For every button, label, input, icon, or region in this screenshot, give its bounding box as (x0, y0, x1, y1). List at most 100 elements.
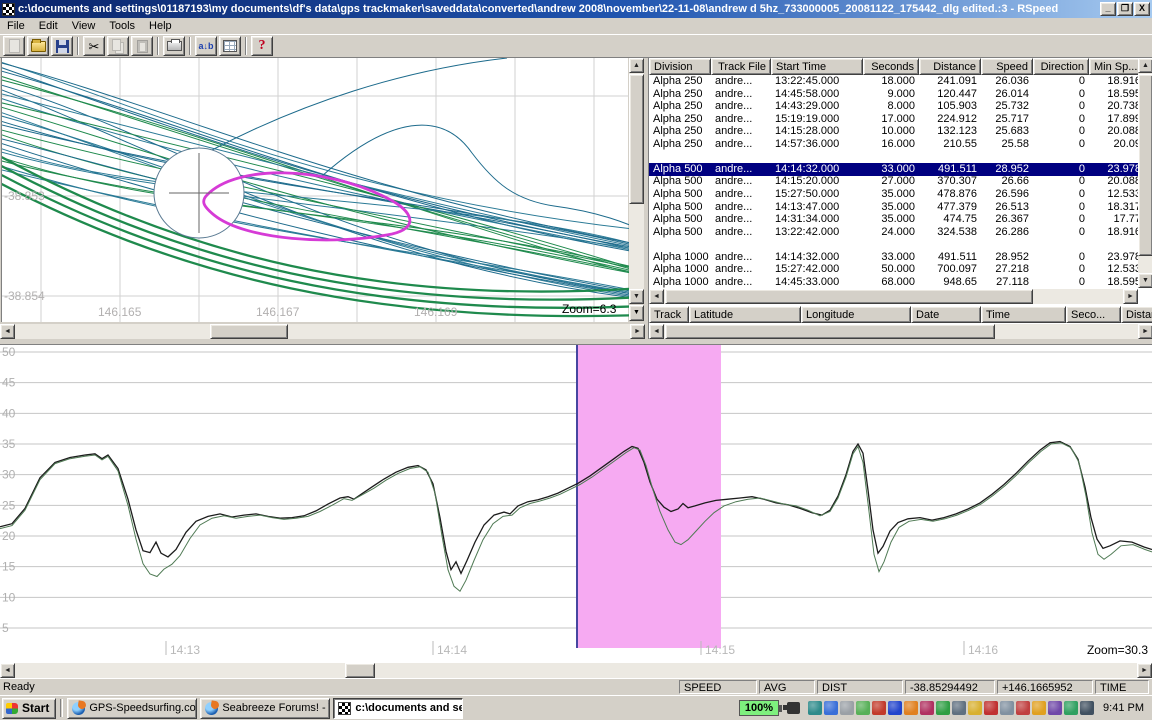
minimize-button[interactable]: _ (1100, 2, 1116, 16)
sort-button[interactable]: a↓b (195, 36, 217, 56)
menu-edit[interactable]: Edit (32, 19, 65, 33)
map-scroll-left-icon[interactable]: ◄ (0, 324, 15, 339)
table-row[interactable]: Alpha 500andre...15:27:50.00035.000478.8… (649, 188, 1138, 201)
table-row[interactable]: Alpha 1000andre...14:45:33.00068.000948.… (649, 276, 1138, 288)
column-header-seco-[interactable]: Seco... (1066, 306, 1121, 323)
table-row[interactable]: Alpha 500andre...14:31:34.00035.000474.7… (649, 213, 1138, 226)
column-header-latitude[interactable]: Latitude (689, 306, 801, 323)
map-scroll-right-icon[interactable]: ► (630, 324, 645, 339)
table-row[interactable]: Alpha 1000andre...15:27:42.00050.000700.… (649, 263, 1138, 276)
taskbar-button[interactable]: GPS-Speedsurfing.com ::... (67, 698, 197, 719)
table-row[interactable]: Alpha 250andre...14:43:29.0008.000105.90… (649, 100, 1138, 113)
table-row[interactable]: Alpha 250andre...14:15:28.00010.000132.1… (649, 125, 1138, 138)
map-plot[interactable]: -38.853-38.854146.165146.167146.169 Zoom… (1, 58, 628, 322)
sync-icon[interactable] (920, 701, 934, 715)
table-scroll-up-icon[interactable]: ▲ (1138, 58, 1152, 73)
table-row[interactable]: Alpha 1000andre...14:14:32.00033.000491.… (649, 251, 1138, 264)
map-hscroll-thumb[interactable] (210, 324, 288, 339)
table-row[interactable]: Alpha 250andre...14:57:36.00016.000210.5… (649, 138, 1138, 151)
notes-icon[interactable] (968, 701, 982, 715)
column-header-track-file[interactable]: Track File (711, 58, 771, 75)
table-row[interactable]: Alpha 500andre...13:22:42.00024.000324.5… (649, 226, 1138, 239)
audio-icon[interactable] (808, 701, 822, 715)
signal-icon[interactable] (936, 701, 950, 715)
svg-text:40: 40 (2, 406, 16, 420)
table-horizontal-scrollbar[interactable]: ◄ ► (649, 289, 1138, 304)
table-scroll-right-icon[interactable]: ► (1123, 289, 1138, 304)
column-header-track[interactable]: Track (649, 306, 689, 323)
menu-help[interactable]: Help (142, 19, 179, 33)
table-row[interactable]: Alpha 500andre...14:15:20.00027.000370.3… (649, 175, 1138, 188)
close-button[interactable]: X (1134, 2, 1150, 16)
map-scroll-up-icon[interactable]: ▲ (629, 58, 644, 73)
wireless-icon[interactable] (1000, 701, 1014, 715)
chart-horizontal-scrollbar[interactable]: ◄ ► (0, 663, 1152, 678)
column-header-distance[interactable]: Distance (1121, 306, 1152, 323)
trackpoints-hscroll-thumb[interactable] (665, 324, 995, 339)
cell-speed: 27.218 (981, 263, 1033, 276)
trackpoints-scroll-right-icon[interactable]: ► (1138, 324, 1152, 339)
chart-scroll-right-icon[interactable]: ► (1137, 663, 1152, 678)
column-header-start-time[interactable]: Start Time (771, 58, 863, 75)
open-button[interactable] (27, 36, 49, 56)
agent-icon[interactable] (904, 701, 918, 715)
column-header-speed[interactable]: Speed (981, 58, 1033, 75)
table-row[interactable]: Alpha 500andre...14:14:32.00033.000491.5… (649, 163, 1138, 176)
column-header-longitude[interactable]: Longitude (801, 306, 911, 323)
bluetooth-icon[interactable] (888, 701, 902, 715)
column-header-distance[interactable]: Distance (919, 58, 981, 75)
monitor-icon[interactable] (952, 701, 966, 715)
print-button[interactable] (163, 36, 185, 56)
table-row[interactable]: Alpha 250andre...14:45:58.0009.000120.44… (649, 88, 1138, 101)
save-button[interactable] (51, 36, 73, 56)
column-header-direction[interactable]: Direction (1033, 58, 1089, 75)
menu-file[interactable]: File (0, 19, 32, 33)
taskbar-button[interactable]: Seabreeze Forums! - Wi... (200, 698, 330, 719)
table-scroll-down-icon[interactable]: ▼ (1138, 273, 1152, 288)
table-row[interactable]: Alpha 250andre...15:19:19.00017.000224.9… (649, 113, 1138, 126)
cut-button[interactable]: ✂ (83, 36, 105, 56)
taskbar-button-label: c:\documents and set... (355, 702, 463, 714)
column-header-seconds[interactable]: Seconds (863, 58, 919, 75)
table-row[interactable] (649, 238, 1138, 251)
table-vertical-scrollbar[interactable]: ▲ ▼ (1138, 58, 1152, 288)
column-header-division[interactable]: Division (649, 58, 711, 75)
table-scroll-left-icon[interactable]: ◄ (649, 289, 664, 304)
hourglass-icon[interactable] (872, 701, 886, 715)
error-icon[interactable] (1016, 701, 1030, 715)
trackpoints-horizontal-scrollbar[interactable]: ◄ ► (649, 324, 1152, 339)
table-row[interactable]: Alpha 500andre...14:13:47.00035.000477.3… (649, 201, 1138, 214)
column-header-time[interactable]: Time (981, 306, 1066, 323)
map-horizontal-scrollbar[interactable]: ◄ ► (0, 324, 645, 339)
menu-tools[interactable]: Tools (102, 19, 142, 33)
restore-button[interactable]: ❐ (1117, 2, 1133, 16)
speed-chart[interactable]: 504540353025201510514:1314:1414:1514:16 (0, 345, 1152, 663)
recycle-icon[interactable] (1064, 701, 1078, 715)
table-row[interactable]: Alpha 250andre...13:22:45.00018.000241.0… (649, 75, 1138, 88)
taskbar-button[interactable]: c:\documents and set... (333, 698, 463, 719)
chart-scroll-left-icon[interactable]: ◄ (0, 663, 15, 678)
grid-button[interactable] (219, 36, 241, 56)
gps-tracks-map[interactable]: -38.853-38.854146.165146.167146.169 (2, 58, 629, 322)
messenger-icon[interactable] (856, 701, 870, 715)
table-vscroll-thumb[interactable] (1138, 74, 1152, 256)
chart-hscroll-thumb[interactable] (345, 663, 375, 678)
map-vertical-scrollbar[interactable]: ▲ ▼ (629, 58, 644, 304)
update-icon[interactable] (1032, 701, 1046, 715)
table-row[interactable] (649, 150, 1138, 163)
search-icon[interactable] (840, 701, 854, 715)
start-button[interactable]: Start (2, 698, 56, 719)
map-scroll-down-icon[interactable]: ▼ (629, 289, 644, 304)
flag-icon[interactable] (1080, 701, 1094, 715)
table-hscroll-thumb[interactable] (665, 289, 1033, 304)
map-zoom-dropdown[interactable]: ▼ (629, 305, 644, 321)
color-icon[interactable] (1048, 701, 1062, 715)
menu-view[interactable]: View (65, 19, 103, 33)
help-button[interactable]: ? (251, 36, 273, 56)
column-header-min-sp-[interactable]: Min Sp... (1089, 58, 1138, 75)
mute-icon[interactable] (984, 701, 998, 715)
column-header-date[interactable]: Date (911, 306, 981, 323)
trackpoints-scroll-left-icon[interactable]: ◄ (649, 324, 664, 339)
map-vscroll-thumb[interactable] (629, 74, 644, 204)
network-icon[interactable] (824, 701, 838, 715)
